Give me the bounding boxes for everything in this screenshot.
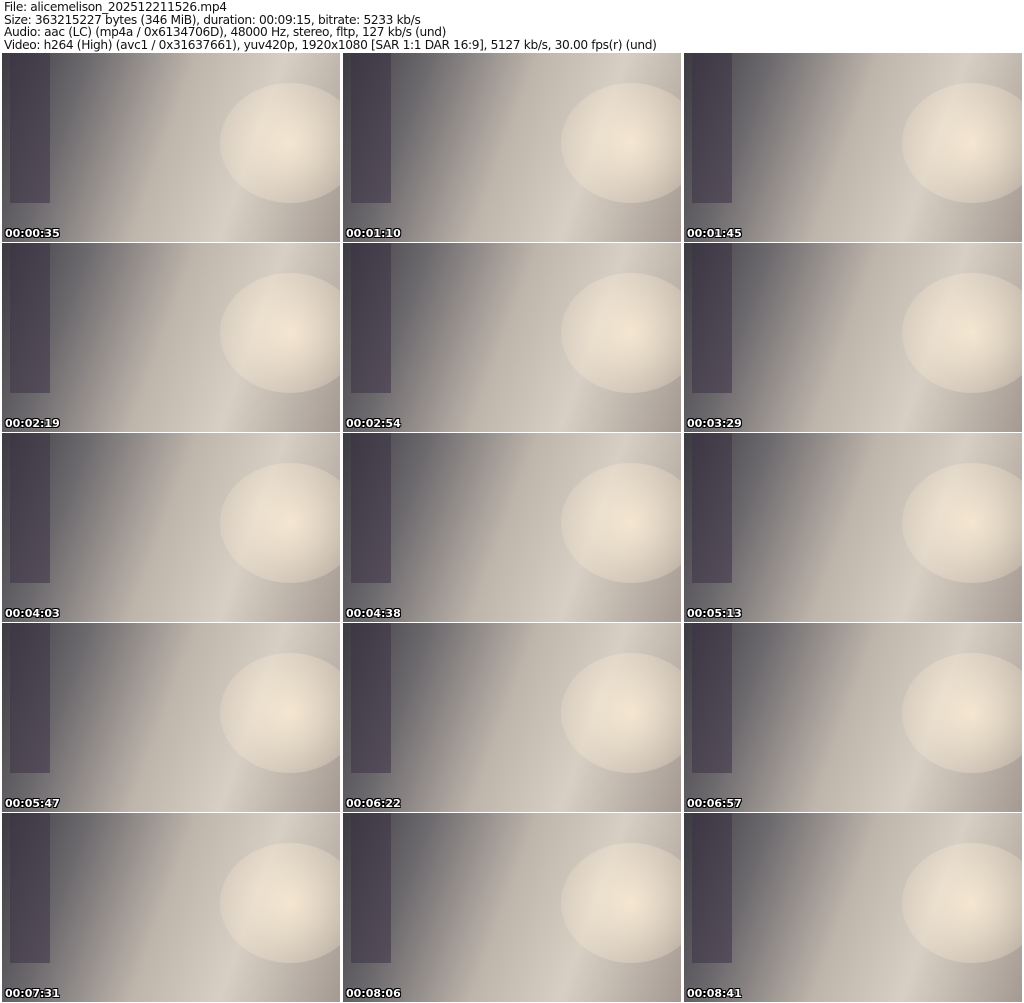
thumbnail-timestamp: 00:06:22 xyxy=(346,797,401,810)
video-thumbnail: 00:04:03 xyxy=(2,433,340,622)
thumbnail-grid: 00:00:35 00:01:10 00:01:45 00:02:19 00:02:54… xyxy=(2,53,1022,1002)
thumbnail-timestamp: 00:05:13 xyxy=(687,607,742,620)
video-thumbnail: 00:04:38 xyxy=(343,433,681,622)
thumbnail-timestamp: 00:06:57 xyxy=(687,797,742,810)
video-thumbnail: 00:01:45 xyxy=(684,53,1022,242)
video-thumbnail: 00:00:35 xyxy=(2,53,340,242)
thumbnail-timestamp: 00:08:06 xyxy=(346,987,401,1000)
thumbnail-timestamp: 00:02:54 xyxy=(346,417,401,430)
thumbnail-timestamp: 00:00:35 xyxy=(5,227,60,240)
file-name: File: alicemelison_202512211526.mp4 xyxy=(4,0,227,14)
thumbnail-timestamp: 00:07:31 xyxy=(5,987,60,1000)
thumbnail-timestamp: 00:04:38 xyxy=(346,607,401,620)
thumbnail-timestamp: 00:01:10 xyxy=(346,227,401,240)
video-info: Video: h264 (High) (avc1 / 0x31637661), … xyxy=(4,37,657,52)
video-thumbnail: 00:02:19 xyxy=(2,243,340,432)
video-thumbnail: 00:08:41 xyxy=(684,813,1022,1002)
video-thumbnail: 00:06:22 xyxy=(343,623,681,812)
video-thumbnail: 00:03:29 xyxy=(684,243,1022,432)
thumbnail-timestamp: 00:02:19 xyxy=(5,417,60,430)
audio-info: Audio: aac (LC) (mp4a / 0x6134706D), 480… xyxy=(4,25,447,40)
video-thumbnail: 00:05:47 xyxy=(2,623,340,812)
thumbnail-timestamp: 00:03:29 xyxy=(687,417,742,430)
thumbnail-timestamp: 00:08:41 xyxy=(687,987,742,1000)
video-thumbnail: 00:08:06 xyxy=(343,813,681,1002)
thumbnail-timestamp: 00:05:47 xyxy=(5,797,60,810)
thumbnail-timestamp: 00:01:45 xyxy=(687,227,742,240)
video-thumbnail: 00:07:31 xyxy=(2,813,340,1002)
video-thumbnail: 00:01:10 xyxy=(343,53,681,242)
file-info-header: File: alicemelison_202512211526.mp4 Size… xyxy=(4,1,657,51)
video-thumbnail: 00:02:54 xyxy=(343,243,681,432)
thumbnail-timestamp: 00:04:03 xyxy=(5,607,60,620)
video-thumbnail: 00:06:57 xyxy=(684,623,1022,812)
video-thumbnail: 00:05:13 xyxy=(684,433,1022,622)
